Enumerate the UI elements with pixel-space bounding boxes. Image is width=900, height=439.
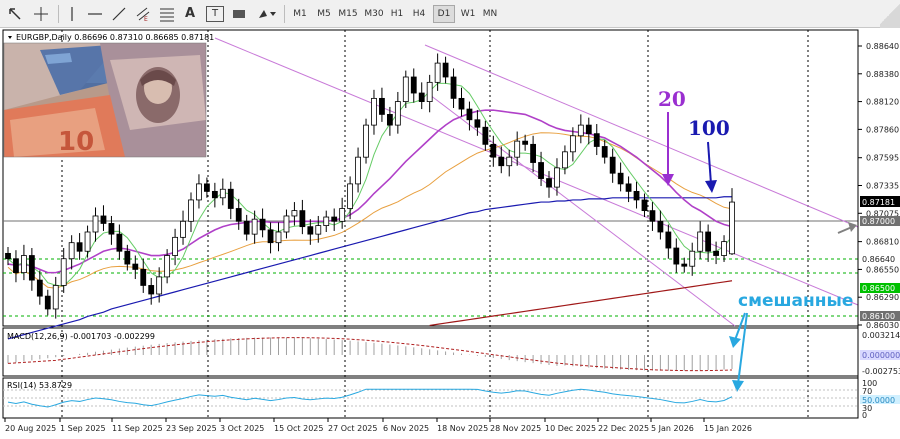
price-badge-0-87000-label: 0.87000 — [862, 217, 895, 226]
date-tick-label: 15 Jan 2026 — [704, 424, 752, 433]
price-tick-label: 0.86810 — [866, 238, 899, 247]
label-100: 100 — [688, 116, 730, 140]
rsi-tick-0: 0 — [862, 411, 867, 420]
date-tick-label: 22 Dec 2025 — [598, 424, 649, 433]
macd-tick-top: 0.003214 — [862, 331, 900, 340]
price-badge-0-86100-label: 0.86100 — [862, 312, 895, 321]
date-tick-label: 27 Oct 2025 — [328, 424, 377, 433]
date-tick-label: 23 Sep 2025 — [166, 424, 217, 433]
price-tick-label: 0.88640 — [866, 42, 899, 51]
price-tick-label: 0.86290 — [866, 293, 899, 302]
date-tick-label: 6 Nov 2025 — [383, 424, 429, 433]
date-tick-label: 20 Aug 2025 — [5, 424, 56, 433]
macd-tick-zero: 0.000000 — [862, 351, 900, 360]
price-tick-label: 0.86550 — [866, 265, 899, 274]
candle — [363, 118, 369, 164]
macd-tick-bottom: -0.002753 — [862, 367, 900, 376]
date-tick-label: 3 Oct 2025 — [220, 424, 264, 433]
price-badge-0-86500-label: 0.86500 — [862, 284, 895, 293]
date-axis[interactable]: 20 Aug 2025 1 Sep 2025 11 Sep 2025 23 Sep 2… — [4, 418, 752, 433]
rsi-label: RSI(14) 53.8729 — [7, 381, 72, 390]
price-tick-label: 0.88380 — [866, 70, 899, 79]
price-tick-label: 0.86030 — [866, 321, 899, 330]
date-tick-label: 15 Oct 2025 — [274, 424, 323, 433]
date-tick-label: 18 Nov 2025 — [437, 424, 488, 433]
date-tick-label: 1 Sep 2025 — [60, 424, 106, 433]
rsi-tick-70: 70 — [862, 387, 872, 396]
date-tick-label: 10 Dec 2025 — [545, 424, 596, 433]
price-tick-label: 0.88120 — [866, 98, 899, 107]
chart-canvas[interactable]: EURGBP,Daily 0.86696 0.87310 0.86685 0.8… — [0, 0, 900, 439]
symbol-line: EURGBP,Daily 0.86696 0.87310 0.86685 0.8… — [16, 33, 214, 42]
macd-label: MACD(12,26,9) -0.001703 -0.002299 — [7, 332, 155, 341]
label-20: 20 — [658, 87, 686, 111]
price-badge-0-86640-label: 0.86640 — [862, 255, 895, 264]
current-price-label: 0.87181 — [862, 198, 895, 207]
date-tick-label: 28 Nov 2025 — [490, 424, 541, 433]
price-tick-label: 0.87860 — [866, 125, 899, 134]
date-tick-label: 11 Sep 2025 — [112, 424, 163, 433]
price-tick-label: 0.87335 — [866, 182, 899, 191]
svg-text:10: 10 — [58, 127, 94, 157]
banknotes-image: 10 — [3, 42, 207, 158]
price-tick-label: 0.87595 — [866, 154, 899, 163]
date-tick-label: 5 Jan 2026 — [651, 424, 694, 433]
label-mixed: смешанные — [738, 291, 853, 311]
